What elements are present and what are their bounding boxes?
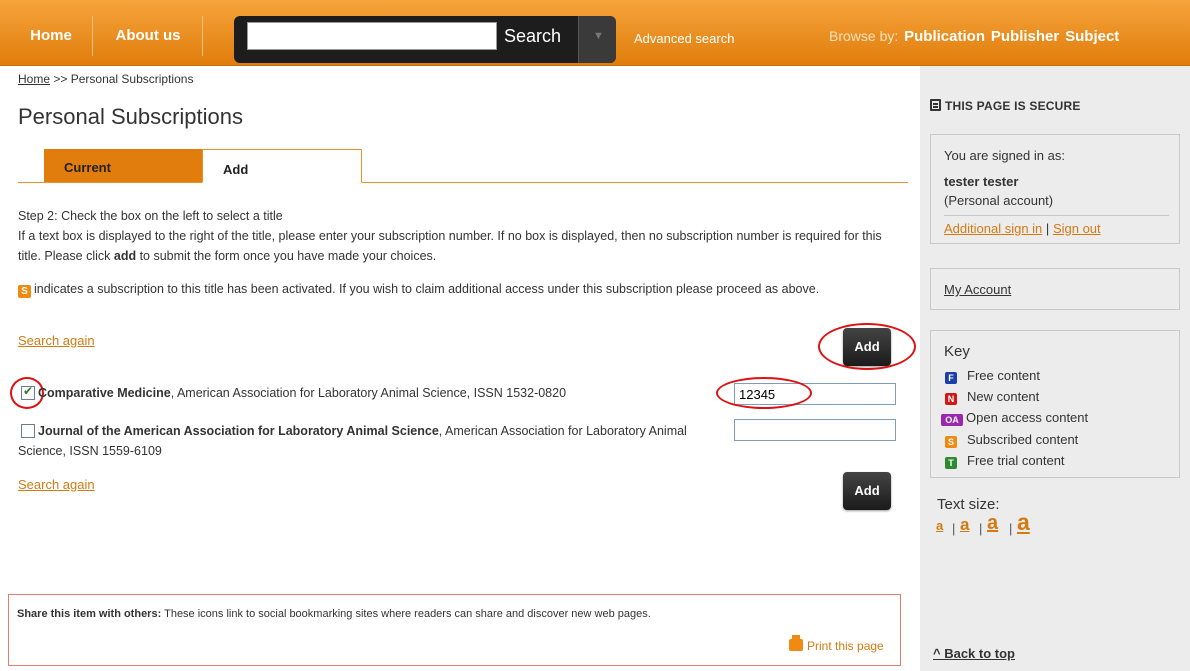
browse-by: Browse by: Publication Publisher Subject <box>829 28 1119 45</box>
title-row: Comparative Medicine, American Associati… <box>38 383 738 403</box>
page-title: Personal Subscriptions <box>18 104 244 129</box>
tab-add[interactable]: Add <box>202 149 362 183</box>
my-account-link[interactable]: My Account <box>944 282 1011 297</box>
search-bar: Search ▼ <box>234 16 616 63</box>
annotation-circle <box>716 377 812 409</box>
search-again-link[interactable]: Search again <box>18 333 95 348</box>
search-options-dropdown[interactable]: ▼ <box>578 16 616 63</box>
key-title: Key <box>944 343 970 360</box>
text-size-small[interactable]: a <box>936 518 943 533</box>
user-name: tester tester <box>944 174 1019 189</box>
tab-current[interactable]: Current <box>44 149 202 182</box>
title-name: Journal of the American Association for … <box>38 424 439 438</box>
account-type: (Personal account) <box>944 193 1054 208</box>
secure-page-icon <box>930 99 941 111</box>
subscription-note-text: indicates a subscription to this title h… <box>34 282 820 296</box>
add-button[interactable]: Add <box>843 472 891 510</box>
tab-underline <box>18 182 908 183</box>
secure-label: THIS PAGE IS SECURE <box>945 99 1081 113</box>
key-item: N New content <box>945 389 1039 405</box>
additional-sign-in-link[interactable]: Additional sign in <box>944 221 1042 236</box>
breadcrumb-separator: >> <box>53 72 68 86</box>
text-size-separator: | <box>979 521 983 536</box>
search-again-link[interactable]: Search again <box>18 477 95 492</box>
new-content-icon: N <box>945 393 957 405</box>
subscription-note: Sindicates a subscription to this title … <box>18 279 898 299</box>
key-label: Free content <box>967 368 1040 383</box>
search-button[interactable]: Search <box>504 20 580 52</box>
chevron-down-icon: ▼ <box>593 30 604 42</box>
advanced-search-link[interactable]: Advanced search <box>634 31 734 46</box>
annotation-circle <box>818 323 916 370</box>
nav-about-us[interactable]: About us <box>96 16 200 56</box>
nav-divider <box>92 16 93 56</box>
top-navigation: Home About us Search ▼ Advanced search B… <box>0 0 1190 66</box>
signed-in-box: You are signed in as: tester tester (Per… <box>930 134 1180 244</box>
instructions-text: to submit the form once you have made yo… <box>136 249 437 263</box>
title-details: , American Association for Laboratory An… <box>170 386 567 400</box>
text-size-medium[interactable]: a <box>960 515 969 535</box>
text-size-separator: | <box>1009 521 1013 536</box>
browse-publisher[interactable]: Publisher <box>991 28 1059 45</box>
sign-out-link[interactable]: Sign out <box>1053 221 1101 236</box>
print-page-label: Print this page <box>807 639 884 653</box>
instructions-step: Step 2: Check the box on the left to sel… <box>18 209 283 223</box>
key-item: S Subscribed content <box>945 432 1078 448</box>
key-label: Open access content <box>966 410 1089 425</box>
instructions: Step 2: Check the box on the left to sel… <box>18 206 898 266</box>
title-name: Comparative Medicine <box>38 386 171 400</box>
browse-publication[interactable]: Publication <box>904 28 985 45</box>
share-description: These icons link to social bookmarking s… <box>161 608 651 620</box>
key-box: Key F Free content N New content OA Open ac… <box>930 330 1180 478</box>
key-label: Subscribed content <box>967 432 1079 447</box>
share-box: Share this item with others: These icons… <box>8 594 901 666</box>
share-label: Share this item with others: <box>17 608 162 620</box>
back-to-top-link[interactable]: ^ Back to top <box>933 646 1015 661</box>
key-label: Free trial content <box>967 453 1065 468</box>
subscription-number-input[interactable] <box>734 419 896 441</box>
breadcrumb-current: Personal Subscriptions <box>70 72 194 86</box>
text-size-xlarge[interactable]: a <box>1017 509 1030 536</box>
title-row: Journal of the American Association for … <box>18 421 718 461</box>
printer-icon <box>789 635 803 651</box>
free-content-icon: F <box>945 372 957 384</box>
link-separator: | <box>1045 221 1050 236</box>
instructions-add-word: add <box>113 249 137 263</box>
breadcrumb: Home >> Personal Subscriptions <box>18 72 193 86</box>
text-size-separator: | <box>952 521 956 536</box>
instructions-detail: If a text box is displayed to the right … <box>18 226 898 266</box>
key-item: F Free content <box>945 368 1040 384</box>
my-account-box: My Account <box>930 268 1180 310</box>
signed-in-label: You are signed in as: <box>944 148 1065 163</box>
key-item: T Free trial content <box>945 453 1065 469</box>
secure-notice: THIS PAGE IS SECURE <box>930 99 1081 113</box>
text-size-large[interactable]: a <box>987 512 998 535</box>
key-item: OA Open access content <box>941 410 1088 426</box>
browse-subject[interactable]: Subject <box>1065 28 1119 45</box>
key-label: New content <box>967 389 1040 404</box>
print-page-link[interactable]: Print this page <box>789 635 884 653</box>
nav-divider <box>202 16 203 56</box>
subscribed-content-icon: S <box>945 436 957 448</box>
open-access-icon: OA <box>941 414 963 426</box>
breadcrumb-home[interactable]: Home <box>18 72 50 86</box>
text-size-label: Text size: <box>937 496 1000 513</box>
subscribed-icon: S <box>18 285 31 298</box>
sidebar: THIS PAGE IS SECURE You are signed in as… <box>920 66 1190 671</box>
search-input[interactable] <box>247 22 497 50</box>
free-trial-icon: T <box>945 457 957 469</box>
nav-home[interactable]: Home <box>12 16 90 56</box>
share-text: Share this item with others: These icons… <box>17 608 651 620</box>
divider <box>944 215 1169 216</box>
browse-label: Browse by: <box>829 28 899 44</box>
